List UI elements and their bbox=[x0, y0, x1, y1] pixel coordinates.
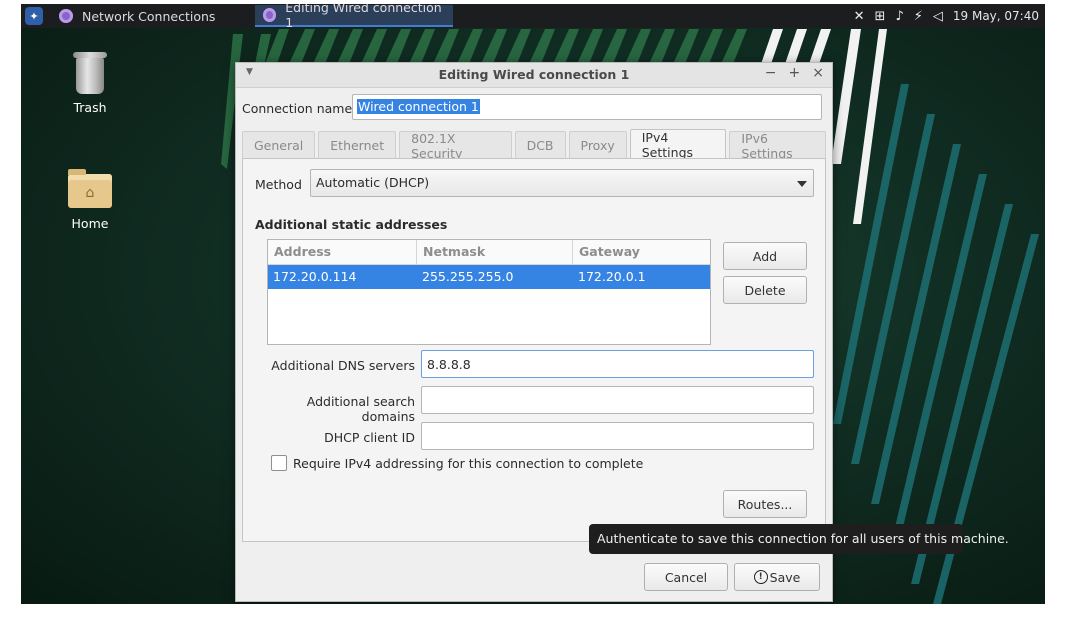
window-titlebar[interactable]: ▼ Editing Wired connection 1 − + × bbox=[236, 63, 832, 88]
connection-name-row: Connection name Wired connection 1 bbox=[242, 94, 826, 122]
desktop-icon-label: Home bbox=[71, 216, 109, 231]
method-label: Method bbox=[255, 177, 302, 192]
edit-connection-window: ▼ Editing Wired connection 1 − + × Conne… bbox=[235, 62, 833, 602]
trash-icon bbox=[73, 52, 107, 94]
cell-netmask[interactable]: 255.255.255.0 bbox=[417, 265, 573, 289]
network-app-icon bbox=[263, 8, 277, 22]
bluetooth-off-icon[interactable]: ✕ bbox=[854, 9, 865, 24]
dns-servers-input[interactable]: 8.8.8.8 bbox=[421, 350, 814, 378]
tab-proxy[interactable]: Proxy bbox=[568, 131, 627, 159]
add-button[interactable]: Add bbox=[723, 242, 807, 270]
task-label: Editing Wired connection 1 bbox=[285, 4, 442, 30]
tab-dcb[interactable]: DCB bbox=[514, 131, 566, 159]
power-icon[interactable]: ⚡ bbox=[914, 9, 923, 24]
top-panel: ✦ Network Connections Editing Wired conn… bbox=[21, 4, 1045, 30]
search-domains-label: Additional search domains bbox=[306, 394, 415, 424]
column-header-address[interactable]: Address bbox=[268, 240, 417, 264]
save-label: Save bbox=[769, 569, 801, 585]
tab-ethernet[interactable]: Ethernet bbox=[318, 131, 397, 159]
table-row[interactable]: 172.20.0.114 255.255.255.0 172.20.0.1 bbox=[268, 265, 710, 289]
cell-gateway[interactable]: 172.20.0.1 bbox=[573, 265, 710, 289]
delete-button[interactable]: Delete bbox=[723, 276, 807, 304]
tab-general[interactable]: General bbox=[242, 131, 316, 159]
task-editing-connection[interactable]: Editing Wired connection 1 bbox=[255, 4, 453, 30]
clock[interactable]: 19 May, 07:40 bbox=[953, 9, 1039, 23]
dhcp-client-id-label: DHCP client ID bbox=[324, 430, 415, 445]
connection-name-label: Connection name bbox=[242, 101, 353, 116]
require-ipv4-row: Require IPv4 addressing for this connect… bbox=[271, 455, 643, 471]
close-button[interactable]: × bbox=[812, 65, 824, 81]
save-tooltip: Authenticate to save this connection for… bbox=[589, 524, 1009, 554]
connection-name-value: Wired connection 1 bbox=[357, 99, 480, 114]
volume-muted-icon[interactable]: ◁ bbox=[933, 9, 943, 24]
desktop-icon-trash[interactable]: Trash bbox=[45, 52, 135, 115]
lock-key-icon: ! bbox=[753, 570, 768, 584]
static-addresses-title: Additional static addresses bbox=[255, 217, 448, 232]
cell-address[interactable]: 172.20.0.114 bbox=[268, 265, 417, 289]
dhcp-client-id-input[interactable] bbox=[421, 422, 814, 450]
require-ipv4-checkbox[interactable] bbox=[271, 455, 287, 471]
xfce-menu-icon[interactable]: ✦ bbox=[25, 7, 43, 25]
save-button[interactable]: ! Save bbox=[734, 563, 820, 591]
table-header: Address Netmask Gateway bbox=[268, 240, 710, 265]
require-ipv4-label[interactable]: Require IPv4 addressing for this connect… bbox=[293, 456, 643, 471]
static-addresses-table[interactable]: Address Netmask Gateway 172.20.0.114 255… bbox=[267, 239, 711, 345]
network-wired-icon[interactable]: ⊞ bbox=[875, 9, 886, 24]
desktop-icon-label: Trash bbox=[73, 100, 107, 115]
network-app-icon bbox=[59, 9, 73, 23]
window-title: Editing Wired connection 1 bbox=[438, 67, 630, 82]
routes-button[interactable]: Routes... bbox=[723, 490, 807, 518]
desktop-screen: ✦ Network Connections Editing Wired conn… bbox=[21, 4, 1045, 604]
column-header-netmask[interactable]: Netmask bbox=[417, 240, 573, 264]
notification-bell-icon[interactable]: ♪ bbox=[895, 9, 903, 24]
search-domains-input[interactable] bbox=[421, 386, 814, 414]
settings-tabs: General Ethernet 802.1X Security DCB Pro… bbox=[242, 129, 826, 161]
tab-ipv4-settings[interactable]: IPv4 Settings bbox=[629, 129, 727, 160]
task-label: Network Connections bbox=[82, 8, 216, 24]
desktop-icon-home[interactable]: ⌂ Home bbox=[45, 169, 135, 231]
chevron-down-icon bbox=[797, 181, 807, 187]
column-header-gateway[interactable]: Gateway bbox=[573, 240, 710, 264]
system-tray: ✕ ⊞ ♪ ⚡ ◁ 19 May, 07:40 bbox=[854, 4, 1039, 28]
tab-ipv6-settings[interactable]: IPv6 Settings bbox=[729, 131, 826, 161]
ipv4-settings-pane: Method Automatic (DHCP) Additional stati… bbox=[242, 158, 826, 542]
dns-servers-label: Additional DNS servers bbox=[271, 358, 415, 373]
home-folder-icon: ⌂ bbox=[68, 169, 112, 208]
tab-8021x-security[interactable]: 802.1X Security bbox=[399, 131, 512, 161]
method-select[interactable]: Automatic (DHCP) bbox=[310, 169, 814, 197]
minimize-button[interactable]: − bbox=[765, 65, 777, 81]
connection-name-input[interactable]: Wired connection 1 bbox=[352, 94, 822, 120]
cancel-button[interactable]: Cancel bbox=[644, 563, 728, 591]
method-value: Automatic (DHCP) bbox=[316, 175, 430, 190]
task-network-connections[interactable]: Network Connections bbox=[51, 5, 251, 27]
maximize-button[interactable]: + bbox=[789, 65, 801, 81]
